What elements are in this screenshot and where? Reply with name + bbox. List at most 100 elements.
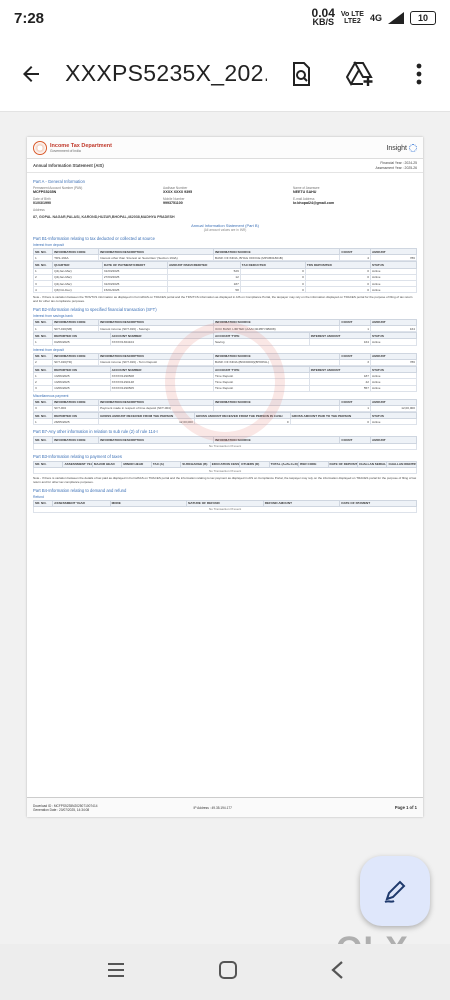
table-cell: Saving bbox=[212, 338, 310, 346]
arrow-left-icon[interactable] bbox=[12, 54, 49, 94]
b2-deposit-table: SR. NO. INFORMATION CODE INFORMATION DESCR… bbox=[32, 352, 417, 366]
table-row: 3 SFT-004 Payment made in respect of time … bbox=[32, 404, 417, 413]
table-cell: SFT-004 bbox=[52, 404, 100, 413]
b2-subheading-deposit: Interest from deposit bbox=[33, 347, 64, 352]
table-cell: 3 bbox=[339, 358, 372, 366]
clock: 7:28 bbox=[14, 9, 45, 27]
table-cell: Active bbox=[370, 338, 417, 346]
table-cell: 164 bbox=[370, 324, 417, 333]
system-nav-bar bbox=[0, 944, 450, 1000]
table-cell: 58 bbox=[167, 286, 241, 294]
field: Aadhaar Number XXXX XXXX 9395 bbox=[163, 186, 287, 194]
table-cell: No Transaction Present bbox=[33, 505, 417, 514]
edit-fab-button[interactable] bbox=[360, 856, 430, 926]
table-cell: 0 bbox=[239, 286, 306, 294]
name-value: NEETU SAHU bbox=[293, 190, 317, 194]
table-cell: 13/06/2025 bbox=[52, 384, 111, 392]
emblem-logo-icon bbox=[33, 140, 47, 155]
table-cell: 164 bbox=[308, 338, 372, 346]
battery-icon: 10 bbox=[410, 11, 436, 25]
table-cell: 557 bbox=[308, 384, 372, 392]
b2-misc-detail-table: SR. NO. REPORTED ON GROSS AMOUNT RECEIVED … bbox=[32, 412, 417, 426]
department-sub: Government of India bbox=[50, 148, 81, 153]
table-cell: 1 bbox=[32, 254, 54, 262]
field: Permanent Account Number (PAN) MCFPS5235N bbox=[33, 186, 157, 194]
b2-misc-table: SR. NO. INFORMATION CODE INFORMATION DESCR… bbox=[32, 398, 417, 413]
field: Name of Assessee NEETU SAHU bbox=[293, 186, 417, 194]
document-title: XXXPS5235X_202... bbox=[65, 60, 268, 86]
table-row: 1 TDS-194A Interest other than 'Interest o… bbox=[32, 254, 417, 262]
home-icon[interactable] bbox=[218, 960, 238, 985]
table-cell: 0 bbox=[193, 418, 291, 426]
table-cell: Interest income (SFT-016) - Savings bbox=[98, 324, 214, 333]
address-label: Address bbox=[33, 208, 45, 212]
ais-title: Annual Information Statement (AIS) bbox=[33, 163, 104, 168]
b2-savings-table: SR. NO. INFORMATION CODE INFORMATION DESCR… bbox=[32, 318, 417, 333]
part-b4-heading: Part B4-Information relating to demand a… bbox=[33, 487, 127, 493]
table-row: No Transaction Present bbox=[33, 505, 417, 514]
part-b2-heading: Part B2-Information relating to specifie… bbox=[33, 306, 157, 312]
b1-subheading: Interest from deposit bbox=[33, 243, 64, 247]
table-cell: 15/01/2025 bbox=[101, 286, 169, 294]
search-document-icon[interactable] bbox=[281, 53, 320, 95]
table-cell: 28/05/2025 bbox=[52, 418, 100, 426]
dob-value: 01/03/1990 bbox=[33, 201, 51, 205]
table-cell: Q3(Oct-Dec) bbox=[52, 286, 103, 294]
ais-title-bar: Annual Information Statement (AIS) Finan… bbox=[27, 159, 423, 173]
table-cell: Payment made in respect of time deposit … bbox=[98, 404, 214, 413]
table-cell: No Transaction Present bbox=[33, 466, 417, 475]
network-type: 4G bbox=[369, 13, 382, 23]
b4-table: SR. NO. ASSESSMENT YEAR MODE NATURE OF REFU… bbox=[32, 499, 417, 514]
recent-apps-icon[interactable] bbox=[106, 961, 126, 984]
b4-subheading: Refund bbox=[33, 494, 44, 499]
back-nav-icon[interactable] bbox=[330, 960, 344, 985]
table-cell: SFT-016(SB) bbox=[52, 324, 100, 333]
table-row: 1 28/05/2025 12,00,000 0 0 Active bbox=[32, 418, 417, 426]
b2-subheading-savings: Interest from savings bank bbox=[33, 313, 73, 318]
table-cell: XXXXX1290505 bbox=[109, 384, 214, 392]
financial-year: Financial Year : 2024-25 bbox=[380, 161, 417, 165]
table-cell bbox=[212, 404, 341, 413]
table-cell: 3 bbox=[32, 384, 54, 392]
mobile-value: 9993751100 bbox=[163, 201, 183, 205]
table-row: No Transaction Present bbox=[33, 466, 417, 475]
b2-deposit-detail-table: SR. NO. REPORTED ON ACCOUNT NUMBER ACCOUNT … bbox=[32, 365, 417, 392]
table-cell: No Transaction Present bbox=[33, 442, 417, 450]
aadhaar-value: XXXX XXXX 9395 bbox=[163, 190, 193, 194]
more-vert-icon[interactable] bbox=[399, 53, 438, 95]
drive-add-icon[interactable] bbox=[340, 53, 379, 95]
assessment-year: Assessment Year : 2025-26 bbox=[375, 165, 417, 170]
app-bar: XXXPS5235X_202... bbox=[0, 36, 450, 112]
edit-pen-icon bbox=[384, 880, 406, 903]
b2-subheading-misc: Miscellaneous payment bbox=[33, 393, 69, 398]
table-cell: Active bbox=[370, 418, 417, 426]
b1-table: SR. NO. INFORMATION CODE INFORMATION DESCR… bbox=[32, 247, 417, 262]
ip-address: IP Address : 49.35.194.177 bbox=[193, 805, 232, 810]
table-row: 1 04/06/2025 XXXXX1364104 Saving 164 Active bbox=[32, 338, 417, 346]
table-cell: TDS-194A bbox=[52, 254, 100, 262]
table-cell: XXXXX1364104 bbox=[109, 338, 214, 346]
table-cell: 1 bbox=[32, 324, 54, 333]
table-cell: 0 bbox=[304, 286, 372, 294]
table-cell: 4 bbox=[32, 286, 54, 294]
table-cell: SFT-016(TD) bbox=[52, 358, 100, 366]
table-row: 2 SFT-016(TD) Interest income (SFT-016) - … bbox=[32, 358, 417, 366]
b2-savings-detail-table: SR. NO. REPORTED ON ACCOUNT NUMBER ACCOUNT … bbox=[32, 332, 417, 346]
status-bar: 7:28 0.04 KB/S Vo LTE LTE2 4G 10 bbox=[0, 0, 450, 36]
pan-value: MCFPS5235N bbox=[33, 190, 57, 194]
table-cell: 0 bbox=[289, 418, 372, 426]
table-cell: Interest income (SFT-016) - Term Deposit bbox=[98, 358, 214, 366]
note-tax-paid: Note - If there is variation between the… bbox=[33, 475, 417, 484]
download-id: Download ID : MCFPS5235N2025071007414 bbox=[33, 803, 98, 808]
part-b7-heading: Part B7-Any other information in relatio… bbox=[33, 429, 158, 435]
note-tds: Note - If there is variation between the… bbox=[33, 294, 413, 303]
pdf-page[interactable]: Income Tax Department Government of Indi… bbox=[27, 137, 423, 817]
table-cell: Active bbox=[370, 384, 417, 392]
page-number: Page 1 of 1 bbox=[394, 805, 417, 810]
insight-logo-icon bbox=[409, 143, 417, 152]
table-cell: BANK OF INDIA (BKID0000)(BHOPAL) bbox=[212, 358, 341, 366]
part-b3-heading: Part B3-Information relating to payment … bbox=[33, 453, 122, 459]
table-cell: 1 bbox=[32, 338, 54, 346]
b7-table: SR. NO. INFORMATION CODE INFORMATION DESCR… bbox=[32, 436, 417, 450]
table-cell: 4 bbox=[339, 254, 372, 262]
